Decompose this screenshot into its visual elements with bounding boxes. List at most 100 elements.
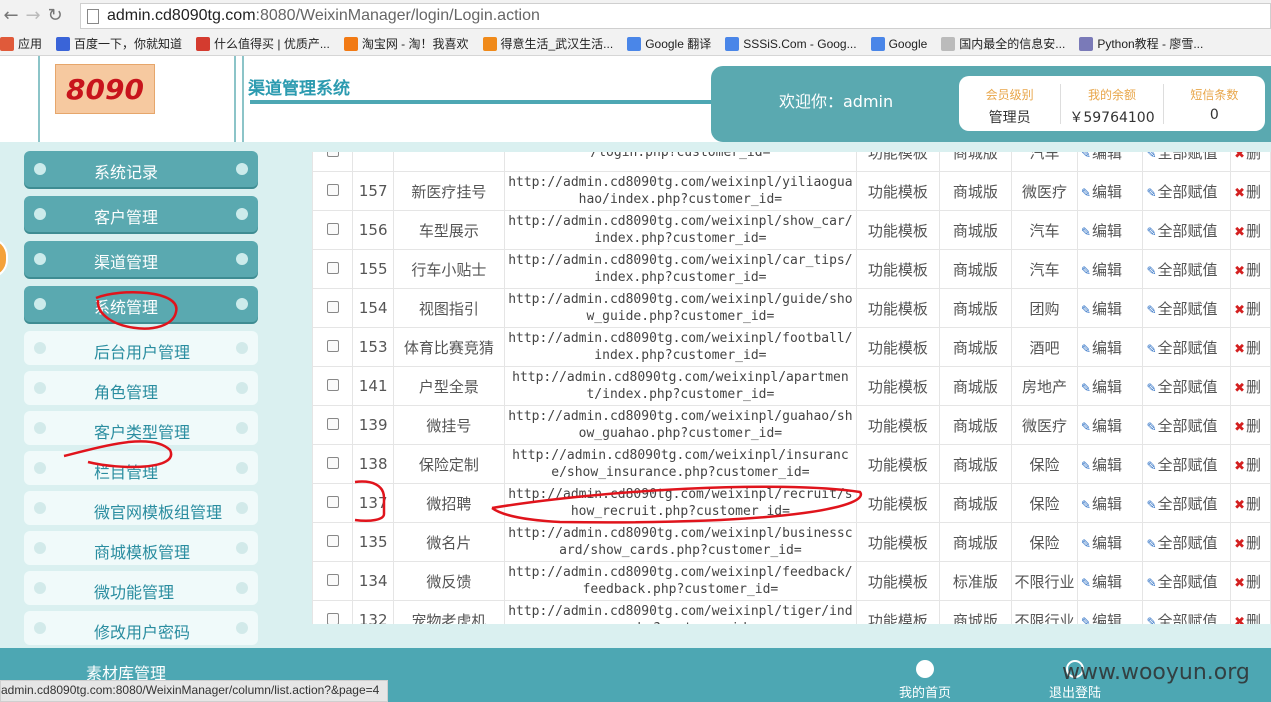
url-input[interactable]: admin.cd8090tg.com:8080/WeixinManager/lo… xyxy=(80,3,1271,29)
row-checkbox[interactable] xyxy=(326,418,339,430)
row-checkbox-cell[interactable] xyxy=(312,249,354,289)
bookmark-item[interactable]: 得意生活_武汉生活... xyxy=(482,35,613,52)
edit-link[interactable]: ✎编辑 xyxy=(1076,444,1144,484)
edit-link[interactable]: ✎编辑 xyxy=(1076,600,1144,624)
row-name: 新医疗挂号 xyxy=(393,171,505,211)
edit-link[interactable]: ✎编辑 xyxy=(1076,171,1144,211)
delete-link[interactable]: ✖删 xyxy=(1230,483,1271,523)
row-checkbox[interactable] xyxy=(326,379,339,391)
assign-all-link[interactable]: ✎全部赋值 xyxy=(1142,444,1232,484)
sidebar-main-item[interactable]: 系统管理 xyxy=(24,286,258,322)
forward-arrow-icon[interactable]: → xyxy=(22,5,44,27)
delete-link-label: 删 xyxy=(1246,416,1262,435)
row-checkbox-cell[interactable] xyxy=(312,600,354,624)
delete-link[interactable]: ✖删 xyxy=(1230,405,1271,445)
row-checkbox[interactable] xyxy=(326,340,339,352)
bookmark-item[interactable]: 百度一下，你就知道 xyxy=(56,35,182,52)
delete-link[interactable]: ✖删 xyxy=(1230,444,1271,484)
bookmark-item[interactable]: 淘宝网 - 淘！我喜欢 xyxy=(343,35,469,52)
row-checkbox-cell[interactable] xyxy=(312,522,354,562)
row-checkbox-cell[interactable] xyxy=(312,210,354,250)
sidebar-sub-item[interactable]: 后台用户管理 xyxy=(24,331,258,365)
delete-link[interactable]: ✖删 xyxy=(1230,561,1271,601)
delete-link[interactable]: ✖删 xyxy=(1230,522,1271,562)
assign-all-link[interactable]: ✎全部赋值 xyxy=(1142,249,1232,289)
bookmark-item[interactable]: Google 翻译 xyxy=(627,35,711,52)
delete-link[interactable]: ✖删 xyxy=(1230,249,1271,289)
row-checkbox-cell[interactable] xyxy=(312,483,354,523)
row-checkbox[interactable] xyxy=(326,574,339,586)
sidebar-sub-item[interactable]: 角色管理 xyxy=(24,371,258,405)
row-checkbox-cell[interactable] xyxy=(312,288,354,328)
row-checkbox[interactable] xyxy=(326,301,339,313)
delete-link[interactable]: ✖删 xyxy=(1230,152,1271,172)
edit-link[interactable]: ✎编辑 xyxy=(1076,561,1144,601)
delete-link[interactable]: ✖删 xyxy=(1230,366,1271,406)
bookmark-item[interactable]: Google xyxy=(870,36,927,51)
sidebar-sub-item[interactable]: 修改用户密码 xyxy=(24,611,258,645)
row-checkbox-cell[interactable] xyxy=(312,561,354,601)
sidebar-sub-item[interactable]: 客户类型管理 xyxy=(24,411,258,445)
delete-link[interactable]: ✖删 xyxy=(1230,600,1271,624)
row-checkbox[interactable] xyxy=(326,613,339,624)
home-link[interactable]: 我的首页 xyxy=(885,660,965,701)
row-checkbox[interactable] xyxy=(326,262,339,274)
delete-link[interactable]: ✖删 xyxy=(1230,210,1271,250)
sidebar-sub-item[interactable]: 商城模板管理 xyxy=(24,531,258,565)
edit-link[interactable]: ✎编辑 xyxy=(1076,288,1144,328)
bookmark-item[interactable]: Python教程 - 廖雪... xyxy=(1079,35,1203,52)
edit-link[interactable]: ✎编辑 xyxy=(1076,522,1144,562)
assign-all-link[interactable]: ✎全部赋值 xyxy=(1142,600,1232,624)
edit-link[interactable]: ✎编辑 xyxy=(1076,249,1144,289)
delete-link[interactable]: ✖删 xyxy=(1230,288,1271,328)
assign-all-link[interactable]: ✎全部赋值 xyxy=(1142,405,1232,445)
row-type: 功能模板 xyxy=(856,327,940,367)
bookmark-item[interactable]: 国内最全的信息安... xyxy=(941,35,1065,52)
assign-all-link[interactable]: ✎全部赋值 xyxy=(1142,522,1232,562)
bookmark-label: SSSiS.Com - Goog... xyxy=(743,36,857,51)
row-checkbox[interactable] xyxy=(326,152,339,157)
assign-all-link[interactable]: ✎全部赋值 xyxy=(1142,288,1232,328)
bookmark-item[interactable]: 什么值得买 | 优质产... xyxy=(196,35,330,52)
sidebar-main-item[interactable]: 系统记录 xyxy=(24,151,258,187)
row-checkbox-cell[interactable] xyxy=(312,327,354,367)
sidebar-sub-item[interactable]: 栏目管理 xyxy=(24,451,258,485)
edit-link[interactable]: ✎编辑 xyxy=(1076,483,1144,523)
edit-link[interactable]: ✎编辑 xyxy=(1076,152,1144,172)
row-checkbox-cell[interactable] xyxy=(312,171,354,211)
back-arrow-icon[interactable]: ← xyxy=(0,5,22,27)
reload-icon[interactable]: ↻ xyxy=(44,5,66,27)
pencil-icon: ✎ xyxy=(1080,497,1091,512)
delete-link[interactable]: ✖删 xyxy=(1230,327,1271,367)
assign-all-link[interactable]: ✎全部赋值 xyxy=(1142,152,1232,172)
sidebar-sub-item[interactable]: 微官网模板组管理 xyxy=(24,491,258,525)
edit-link[interactable]: ✎编辑 xyxy=(1076,405,1144,445)
row-checkbox-cell[interactable] xyxy=(312,405,354,445)
menu-dot-icon xyxy=(236,253,248,265)
sidebar-main-item[interactable]: 渠道管理 xyxy=(24,241,258,277)
row-checkbox[interactable] xyxy=(326,457,339,469)
row-version: 商城版 xyxy=(938,405,1013,445)
edit-link[interactable]: ✎编辑 xyxy=(1076,327,1144,367)
assign-all-link[interactable]: ✎全部赋值 xyxy=(1142,210,1232,250)
row-checkbox-cell[interactable] xyxy=(312,152,354,172)
bookmark-item[interactable]: SSSiS.Com - Goog... xyxy=(725,36,857,51)
assign-all-link[interactable]: ✎全部赋值 xyxy=(1142,171,1232,211)
row-checkbox-cell[interactable] xyxy=(312,366,354,406)
row-checkbox[interactable] xyxy=(326,184,339,196)
sidebar-main-item[interactable]: 客户管理 xyxy=(24,196,258,232)
bookmark-item[interactable]: 应用 xyxy=(0,35,42,52)
edit-link[interactable]: ✎编辑 xyxy=(1076,366,1144,406)
delete-link[interactable]: ✖删 xyxy=(1230,171,1271,211)
edit-link[interactable]: ✎编辑 xyxy=(1076,210,1144,250)
row-checkbox[interactable] xyxy=(326,535,339,547)
assign-all-link[interactable]: ✎全部赋值 xyxy=(1142,366,1232,406)
row-checkbox-cell[interactable] xyxy=(312,444,354,484)
row-checkbox[interactable] xyxy=(326,496,339,508)
assign-all-link[interactable]: ✎全部赋值 xyxy=(1142,327,1232,367)
sidebar-sub-item[interactable]: 微功能管理 xyxy=(24,571,258,605)
assign-all-link[interactable]: ✎全部赋值 xyxy=(1142,483,1232,523)
row-version: 标准版 xyxy=(938,561,1013,601)
row-checkbox[interactable] xyxy=(326,223,339,235)
assign-all-link[interactable]: ✎全部赋值 xyxy=(1142,561,1232,601)
